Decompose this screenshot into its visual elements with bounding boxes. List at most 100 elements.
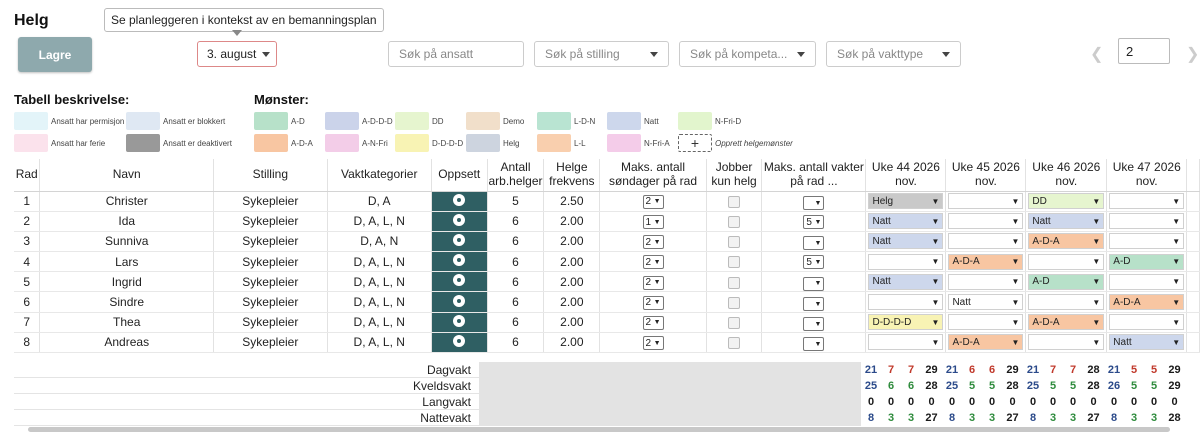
horizontal-scrollbar[interactable] — [28, 427, 1170, 432]
week-cell[interactable]: ▼ — [1106, 312, 1188, 333]
table-row[interactable]: 4 Lars Sykepleier D, A, L, N 6 2.00 2 ▼ 5 ▼ ▼ A-D-A… — [14, 251, 1200, 273]
search-competence-select[interactable]: Søk på kompeta... — [679, 41, 816, 67]
table-row[interactable]: 1 Christer Sykepleier D, A 5 2.50 2 ▼ ▼ Helg ▼ ▼ DD ▼… — [14, 191, 1200, 212]
week-cell[interactable]: ▼ — [945, 211, 1027, 232]
table-row[interactable]: 8 Andreas Sykepleier D, A, L, N 6 2.00 2 ▼ ▼ ▼ A-D… — [14, 332, 1200, 354]
cell-vakter[interactable]: ▼ — [761, 191, 867, 212]
cell-jobber[interactable] — [706, 312, 763, 333]
weekend-only-checkbox[interactable] — [728, 195, 741, 208]
week-cell[interactable]: A-D-A ▼ — [1025, 231, 1108, 253]
week-cell[interactable]: ▼ — [1106, 231, 1188, 253]
settings-button[interactable] — [431, 251, 488, 273]
create-pattern-button[interactable]: + Opprett helgemønster — [678, 134, 793, 152]
cell-jobber[interactable] — [706, 191, 763, 212]
header-vaktkategorier[interactable]: Vaktkategorier — [327, 159, 432, 192]
weekend-only-checkbox[interactable] — [728, 296, 741, 309]
week-cell[interactable]: A-D-A ▼ — [1106, 291, 1188, 313]
settings-button[interactable] — [431, 271, 488, 293]
mini-select[interactable]: ▼ — [803, 297, 825, 312]
pattern-demo[interactable]: Demo — [466, 112, 524, 130]
cell-jobber[interactable] — [706, 251, 763, 273]
search-employee-input[interactable]: Søk på ansatt — [388, 41, 524, 67]
pattern-helg[interactable]: Helg — [466, 134, 519, 152]
week-cell[interactable]: D-D-D-D ▼ — [865, 312, 947, 333]
week-cell[interactable]: ▼ — [1106, 191, 1188, 212]
week-cell[interactable]: Helg ▼ — [865, 191, 947, 212]
week-cell[interactable]: ▼ — [1106, 211, 1188, 232]
mini-select[interactable]: ▼ — [803, 337, 825, 352]
pattern-a-d-d-d[interactable]: A-D-D-D — [325, 112, 393, 130]
weekend-only-checkbox[interactable] — [728, 256, 741, 269]
cell-jobber[interactable] — [706, 291, 763, 313]
weekend-only-checkbox[interactable] — [728, 216, 741, 229]
settings-button[interactable] — [431, 191, 488, 212]
cell-vakter[interactable]: 5 ▼ — [761, 211, 867, 232]
settings-button[interactable] — [431, 291, 488, 313]
cell-navn[interactable]: Sindre — [39, 291, 215, 313]
cell-navn[interactable]: Thea — [39, 312, 215, 333]
week-cell[interactable]: A-D ▼ — [1025, 271, 1108, 293]
week-cell[interactable]: ▼ — [1025, 291, 1108, 313]
cell-sondager[interactable]: 2 ▼ — [599, 271, 707, 293]
table-row[interactable]: 3 Sunniva Sykepleier D, A, N 6 2.00 2 ▼ ▼ Natt ▼ ▼ A… — [14, 231, 1200, 253]
week-cell[interactable]: Natt ▼ — [1106, 332, 1188, 354]
search-position-select[interactable]: Søk på stilling — [534, 41, 669, 67]
cell-sondager[interactable]: 1 ▼ — [599, 211, 707, 232]
week-cell[interactable]: ▼ — [945, 231, 1027, 253]
cell-vakter[interactable]: ▼ — [761, 231, 867, 253]
pattern-d-d-d-d[interactable]: D-D-D-D — [395, 134, 463, 152]
week-cell[interactable]: A-D-A ▼ — [945, 251, 1027, 273]
pattern-dd[interactable]: DD — [395, 112, 444, 130]
week-cell[interactable]: A-D-A ▼ — [945, 332, 1027, 354]
mini-select[interactable]: 2 ▼ — [642, 336, 664, 351]
mini-select[interactable]: 1 ▼ — [642, 215, 664, 230]
date-dropdown[interactable]: 3. august — [197, 41, 277, 67]
week-cell[interactable]: ▼ — [945, 312, 1027, 333]
settings-button[interactable] — [431, 211, 488, 232]
cell-sondager[interactable]: 2 ▼ — [599, 191, 707, 212]
week-cell[interactable]: A-D-A ▼ — [1025, 312, 1108, 333]
mini-select[interactable]: 2 ▼ — [642, 255, 664, 270]
cell-sondager[interactable]: 2 ▼ — [599, 332, 707, 354]
cell-vakter[interactable]: 5 ▼ — [761, 251, 867, 273]
pattern-a-d[interactable]: A-D — [254, 112, 305, 130]
chevron-right-icon[interactable]: ❯ — [1186, 44, 1199, 64]
week-cell[interactable]: ▼ — [1106, 271, 1188, 293]
cell-navn[interactable]: Christer — [39, 191, 215, 212]
week-cell[interactable]: Natt ▼ — [865, 231, 947, 253]
pattern-natt[interactable]: Natt — [607, 112, 659, 130]
table-row[interactable]: 2 Ida Sykepleier D, A, L, N 6 2.00 1 ▼ 5 ▼ Natt ▼ ▼ N… — [14, 211, 1200, 232]
mini-select[interactable]: 2 ▼ — [642, 315, 664, 330]
table-row[interactable]: 5 Ingrid Sykepleier D, A, L, N 6 2.00 2 ▼ ▼ Natt ▼… — [14, 271, 1200, 293]
header-navn[interactable]: Navn — [39, 159, 215, 192]
settings-button[interactable] — [431, 312, 488, 333]
week-cell[interactable]: ▼ — [945, 191, 1027, 212]
mini-select[interactable]: 2 ▼ — [642, 275, 664, 290]
chevron-left-icon[interactable]: ❮ — [1090, 44, 1103, 64]
page-number-input[interactable]: 2 — [1118, 38, 1170, 64]
week-cell[interactable]: DD ▼ — [1025, 191, 1108, 212]
mini-select[interactable]: ▼ — [803, 276, 825, 291]
week-cell[interactable]: ▼ — [865, 332, 947, 354]
cell-jobber[interactable] — [706, 231, 763, 253]
week-cell[interactable]: ▼ — [1025, 251, 1108, 273]
save-button[interactable]: Lagre — [18, 37, 92, 72]
mini-select[interactable]: 5 ▼ — [803, 215, 825, 230]
settings-button[interactable] — [431, 231, 488, 253]
cell-navn[interactable]: Andreas — [39, 332, 215, 354]
cell-vakter[interactable]: ▼ — [761, 332, 867, 354]
week-cell[interactable]: Natt ▼ — [945, 291, 1027, 313]
pattern-a-n-fri[interactable]: A-N-Fri — [325, 134, 388, 152]
cell-jobber[interactable] — [706, 271, 763, 293]
mini-select[interactable]: ▼ — [803, 236, 825, 251]
cell-jobber[interactable] — [706, 332, 763, 354]
week-cell[interactable]: ▼ — [865, 251, 947, 273]
table-row[interactable]: 7 Thea Sykepleier D, A, L, N 6 2.00 2 ▼ ▼ D-D-D-D… — [14, 312, 1200, 333]
cell-sondager[interactable]: 2 ▼ — [599, 312, 707, 333]
cell-navn[interactable]: Ingrid — [39, 271, 215, 293]
weekend-only-checkbox[interactable] — [728, 337, 741, 350]
week-cell[interactable]: ▼ — [865, 291, 947, 313]
settings-button[interactable] — [431, 332, 488, 354]
cell-navn[interactable]: Lars — [39, 251, 215, 273]
mini-select[interactable]: 2 ▼ — [642, 235, 664, 250]
